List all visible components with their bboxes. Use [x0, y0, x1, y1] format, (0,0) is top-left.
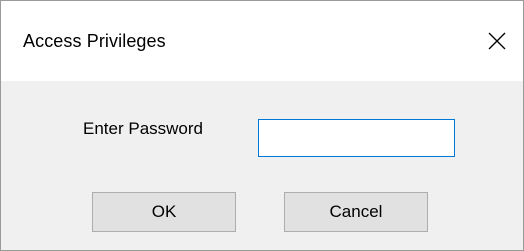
close-button[interactable] — [477, 21, 517, 61]
access-privileges-dialog: Access Privileges Enter Password OK Canc… — [0, 0, 524, 251]
close-icon — [488, 32, 506, 50]
dialog-body: Enter Password OK Cancel — [1, 81, 523, 250]
password-input[interactable] — [258, 119, 455, 157]
ok-button[interactable]: OK — [92, 192, 236, 232]
title-bar[interactable]: Access Privileges — [1, 1, 523, 81]
cancel-button[interactable]: Cancel — [284, 192, 428, 232]
window-title: Access Privileges — [23, 31, 166, 51]
password-label: Enter Password — [83, 119, 203, 138]
